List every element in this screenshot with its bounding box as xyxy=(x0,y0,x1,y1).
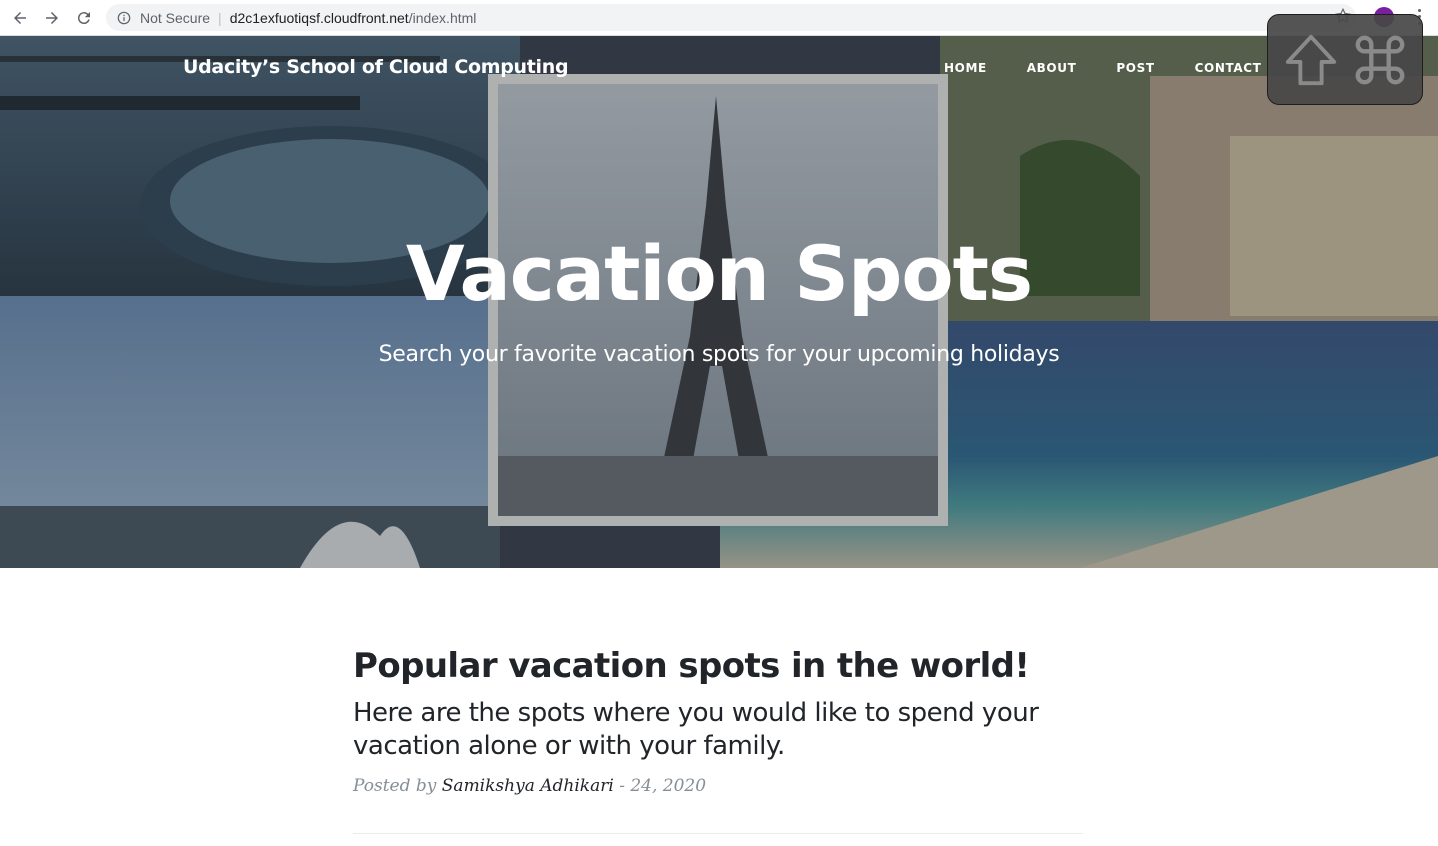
security-label: Not Secure xyxy=(140,9,211,26)
posted-by-label: Posted by xyxy=(353,776,437,797)
nav-about[interactable]: ABOUT xyxy=(1027,61,1077,75)
separator: | xyxy=(218,9,222,26)
back-button[interactable] xyxy=(8,6,32,30)
post-author-link[interactable]: Samikshya Adhikari xyxy=(442,776,614,796)
info-icon[interactable] xyxy=(116,10,132,26)
shift-icon xyxy=(1285,34,1336,85)
url-path: /index.html xyxy=(408,9,477,26)
command-icon xyxy=(1355,35,1404,84)
nav-contact[interactable]: CONTACT xyxy=(1195,61,1262,75)
forward-button[interactable] xyxy=(40,6,64,30)
post-date: - 24, 2020 xyxy=(619,776,707,797)
url-host: d2c1exfuotiqsf.cloudfront.net xyxy=(229,9,409,26)
address-bar[interactable]: Not Secure | d2c1exfuotiqsf.cloudfront.n… xyxy=(106,4,1356,31)
nav-home[interactable]: HOME xyxy=(944,61,987,75)
arrow-right-icon xyxy=(46,12,58,24)
post-preview: Popular vacation spots in the world! Her… xyxy=(353,647,1083,796)
reload-icon xyxy=(77,12,90,25)
post-meta: Posted by Samikshya Adhikari - 24, 2020 xyxy=(353,776,1083,796)
nav-post[interactable]: POST xyxy=(1116,61,1154,75)
hero-title: Vacation Spots xyxy=(405,229,1033,318)
site-brand-link[interactable]: Udacity’s School of Cloud Computing xyxy=(183,56,569,78)
browser-toolbar: Not Secure | d2c1exfuotiqsf.cloudfront.n… xyxy=(0,0,1438,36)
main-nav: HOME ABOUT POST CONTACT xyxy=(944,61,1301,75)
keystroke-overlay xyxy=(1267,14,1423,105)
arrow-left-icon xyxy=(14,12,26,24)
post-divider xyxy=(353,833,1083,834)
post-subtitle[interactable]: Here are the spots where you would like … xyxy=(353,697,1083,762)
hero-subtitle: Search your favorite vacation spots for … xyxy=(378,342,1060,367)
post-title-link[interactable]: Popular vacation spots in the world! xyxy=(353,647,1083,685)
hero-header: Udacity’s School of Cloud Computing HOME… xyxy=(0,36,1438,568)
reload-button[interactable] xyxy=(72,6,96,30)
